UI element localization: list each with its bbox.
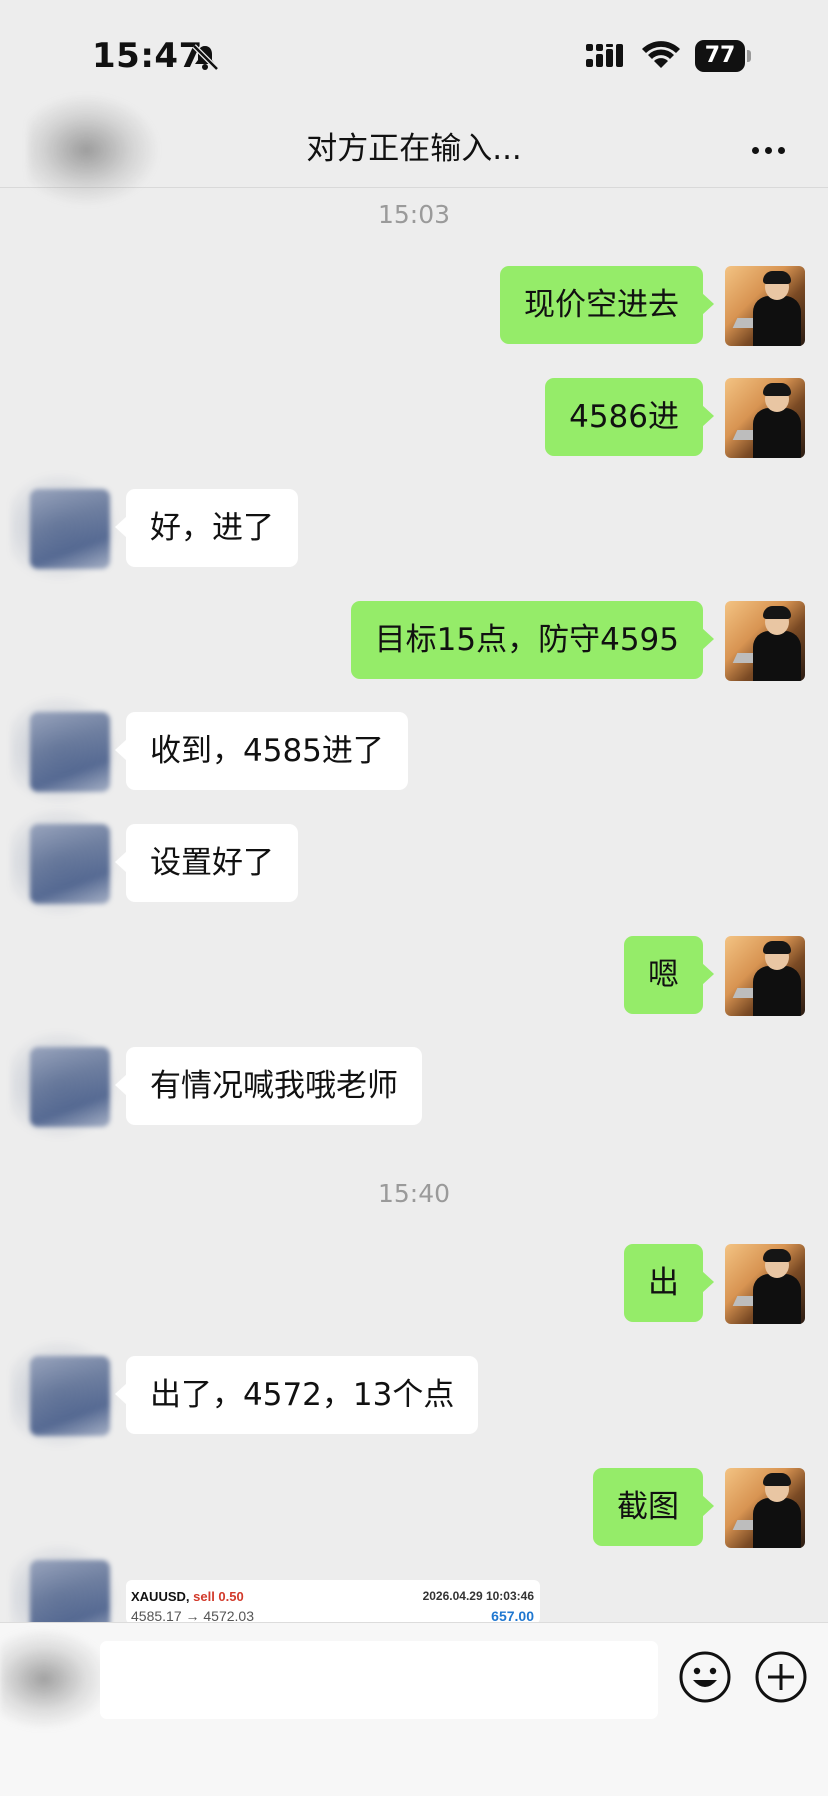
contact-avatar[interactable] (10, 806, 120, 918)
contact-message-bubble[interactable]: 收到，4585进了 (115, 712, 408, 790)
my-message-bubble[interactable]: 现价空进去 (500, 266, 714, 344)
bell-slash-icon (192, 44, 219, 71)
contact-message-bubble[interactable]: 出了，4572，13个点 (114, 1356, 479, 1434)
more-dots-icon[interactable] (752, 139, 792, 154)
my-message-bubble[interactable]: 4586进 (545, 378, 714, 456)
battery-indicator: 77 (695, 40, 751, 72)
voice-toggle-button[interactable] (0, 1629, 110, 1729)
contact-avatar[interactable] (10, 694, 120, 806)
my-avatar[interactable] (725, 1468, 805, 1548)
chat-header: 对方正在输入... (0, 95, 828, 205)
trade-symbol: XAUUSD, (131, 1589, 190, 1604)
status-time: 15:47 (92, 36, 203, 76)
my-avatar[interactable] (725, 1244, 805, 1324)
contact-message-bubble[interactable]: 有情况喊我哦老师 (115, 1047, 422, 1125)
emoji-icon[interactable] (678, 1650, 732, 1704)
message-input[interactable] (100, 1641, 658, 1719)
chat-input-bar (0, 1622, 828, 1796)
cellular-signal-icon (586, 44, 623, 67)
my-message-bubble[interactable]: 出 (624, 1244, 714, 1322)
my-message-bubble[interactable]: 截图 (593, 1468, 714, 1546)
contact-avatar[interactable] (10, 1029, 120, 1141)
trade-screenshot-image[interactable]: XAUUSD, sell 0.50 2026.04.29 10:03:46 45… (126, 1580, 540, 1624)
my-avatar[interactable] (725, 601, 805, 681)
my-avatar[interactable] (725, 936, 805, 1016)
timestamp: 15:40 (377, 1179, 451, 1208)
contact-avatar[interactable] (10, 1338, 120, 1450)
chat-title: 对方正在输入... (306, 131, 522, 167)
contact-avatar[interactable] (10, 471, 120, 583)
timestamp: 15:03 (377, 200, 451, 229)
my-avatar[interactable] (725, 266, 805, 346)
status-bar: 15:47 77 (0, 0, 828, 95)
my-message-bubble[interactable]: 嗯 (624, 936, 714, 1014)
wifi-icon (642, 41, 680, 68)
my-message-bubble[interactable]: 目标15点，防守4595 (350, 601, 715, 679)
my-avatar[interactable] (725, 378, 805, 458)
plus-circle-icon[interactable] (754, 1650, 808, 1704)
battery-percent: 77 (704, 43, 736, 68)
contact-message-bubble[interactable]: 好，进了 (115, 489, 298, 567)
trade-datetime: 2026.04.29 10:03:46 (422, 1589, 534, 1603)
contact-message-bubble[interactable]: 设置好了 (115, 824, 298, 902)
trade-action: sell 0.50 (193, 1589, 244, 1604)
